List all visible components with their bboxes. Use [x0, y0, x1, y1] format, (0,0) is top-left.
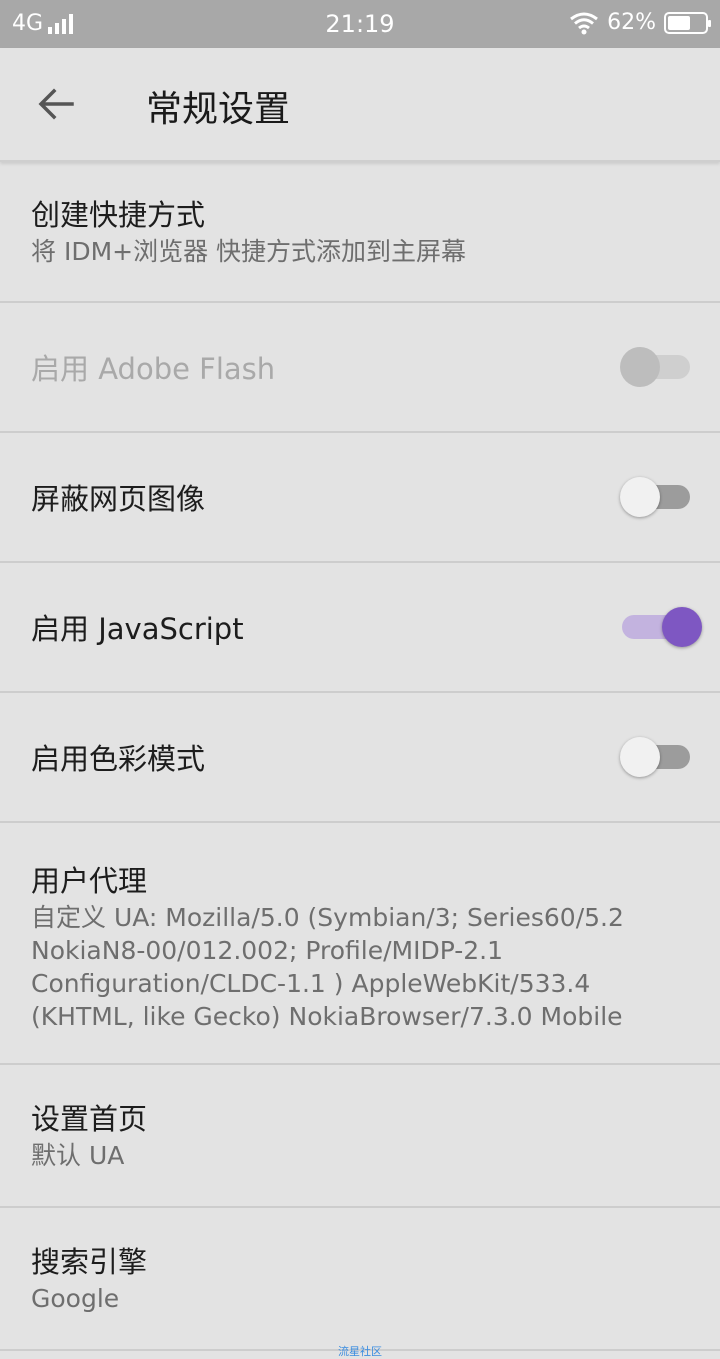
- setting-user-agent[interactable]: 用户代理 自定义 UA: Mozilla/5.0 (Symbian/3; Ser…: [0, 823, 720, 1065]
- setting-search-engine[interactable]: 搜索引擎 Google: [0, 1208, 720, 1351]
- battery-fill: [668, 15, 690, 30]
- setting-title: 启用 Adobe Flash: [31, 352, 276, 386]
- setting-home-page[interactable]: 设置首页 默认 UA: [0, 1065, 720, 1208]
- status-bar: 4G 21:19 62%: [0, 0, 720, 48]
- switch-thumb: [662, 607, 702, 647]
- javascript-switch[interactable]: [622, 607, 702, 647]
- setting-adobe-flash: 启用 Adobe Flash: [0, 303, 720, 433]
- switch-thumb: [620, 477, 660, 517]
- switch-thumb: [620, 347, 660, 387]
- setting-title: 启用色彩模式: [31, 742, 206, 776]
- settings-list: 创建快捷方式 将 IDM+浏览器 快捷方式添加到主屏幕 启用 Adobe Fla…: [0, 162, 720, 1351]
- setting-create-shortcut[interactable]: 创建快捷方式 将 IDM+浏览器 快捷方式添加到主屏幕: [0, 162, 720, 303]
- setting-title: 启用 JavaScript: [31, 612, 244, 646]
- setting-summary: 将 IDM+浏览器 快捷方式添加到主屏幕: [31, 237, 467, 266]
- status-right: 62%: [569, 10, 711, 35]
- setting-summary: Google: [31, 1284, 120, 1313]
- wifi-icon: [570, 12, 599, 34]
- setting-title: 设置首页: [31, 1102, 148, 1136]
- arrow-left-icon: [38, 88, 74, 120]
- watermark-text: 流星社区: [338, 1345, 382, 1358]
- adobe-flash-switch: [620, 347, 690, 387]
- setting-block-images[interactable]: 屏蔽网页图像: [0, 433, 720, 563]
- page-title: 常规设置: [146, 89, 291, 130]
- battery-percent: 62%: [607, 10, 656, 35]
- setting-color-mode[interactable]: 启用色彩模式: [0, 693, 720, 823]
- switch-thumb: [620, 737, 660, 777]
- setting-summary: 自定义 UA: Mozilla/5.0 (Symbian/3; Series60…: [31, 903, 624, 1031]
- setting-javascript[interactable]: 启用 JavaScript: [0, 563, 720, 693]
- color-mode-switch[interactable]: [620, 737, 690, 777]
- setting-title: 创建快捷方式: [31, 198, 206, 232]
- block-images-switch[interactable]: [620, 477, 690, 517]
- setting-title: 用户代理: [31, 864, 148, 898]
- setting-title: 屏蔽网页图像: [31, 482, 206, 516]
- back-button[interactable]: [28, 76, 84, 132]
- setting-title: 搜索引擎: [31, 1245, 148, 1279]
- app-bar: 常规设置: [0, 48, 720, 162]
- setting-summary: 默认 UA: [31, 1141, 125, 1170]
- battery-icon: [664, 11, 711, 34]
